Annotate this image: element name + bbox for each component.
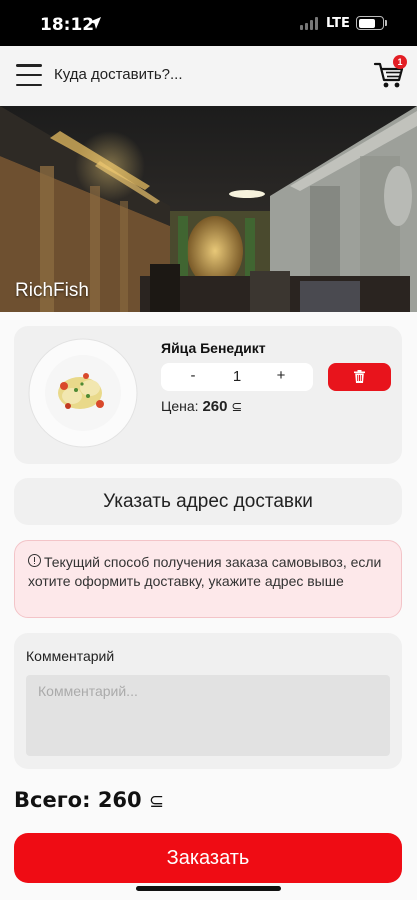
- total-label: Всего:: [14, 788, 91, 812]
- set-delivery-address-button[interactable]: Указать адрес доставки: [14, 478, 402, 525]
- location-arrow-icon: [89, 17, 101, 29]
- network-type: LTE: [326, 16, 350, 31]
- top-nav: Куда доставить?...: [0, 46, 417, 106]
- quantity-stepper: - 1 +: [161, 363, 313, 391]
- price-label: Цена:: [161, 398, 199, 414]
- total-value: 260: [97, 788, 142, 812]
- comment-input[interactable]: [26, 675, 390, 756]
- total-currency: ⊆: [148, 791, 165, 812]
- status-bar: 18:12 LTE: [0, 0, 417, 46]
- quantity-value: 1: [232, 368, 242, 385]
- home-indicator: [136, 886, 281, 891]
- signal-icon: [300, 17, 318, 30]
- restaurant-name: RichFish: [15, 280, 89, 301]
- delete-item-button[interactable]: [328, 363, 391, 391]
- increase-quantity-button[interactable]: +: [271, 367, 291, 384]
- product-name: Яйца Бенедикт: [161, 340, 266, 356]
- place-order-button[interactable]: Заказать: [14, 833, 402, 883]
- status-time: 18:12: [40, 15, 95, 35]
- battery-icon: [356, 16, 384, 30]
- price-value: 260: [202, 398, 228, 415]
- decrease-quantity-button[interactable]: -: [183, 367, 203, 384]
- dish-image: [28, 338, 138, 448]
- comment-label: Комментарий: [26, 648, 115, 664]
- price-currency: ⊆: [231, 399, 243, 414]
- notice-text: Текущий способ получения заказа самовыво…: [28, 554, 382, 589]
- cart-badge: 1: [393, 55, 407, 69]
- order-total: Всего: 260 ⊆: [14, 788, 164, 812]
- battery-tip: [385, 20, 387, 26]
- trash-icon: [354, 370, 365, 383]
- product-price: Цена: 260 ⊆: [161, 398, 242, 415]
- pickup-notice: Текущий способ получения заказа самовыво…: [14, 540, 402, 618]
- address-search[interactable]: Куда доставить?...: [54, 66, 183, 83]
- hamburger-menu-icon[interactable]: [16, 62, 42, 88]
